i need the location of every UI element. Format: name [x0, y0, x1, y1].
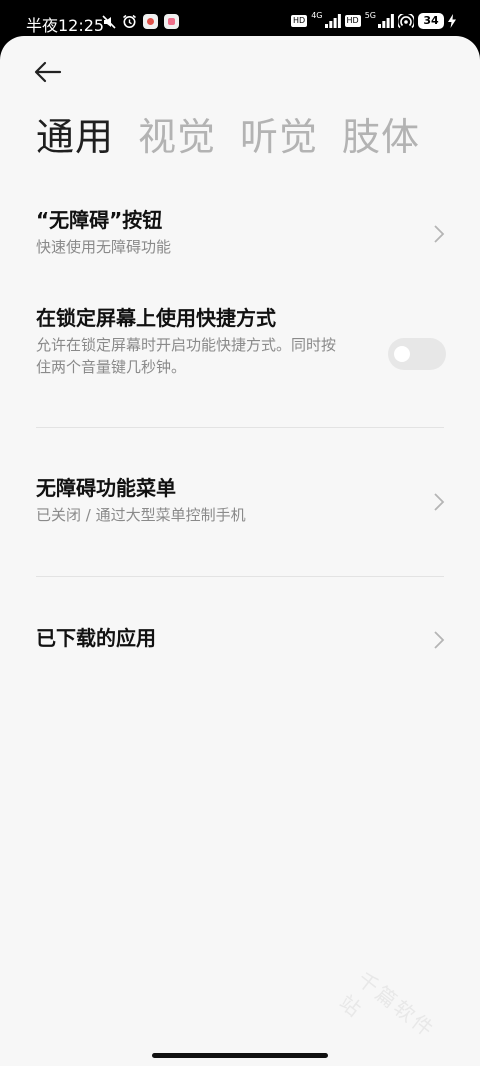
item-title: “无障碍”按钮: [36, 208, 163, 232]
tab-vision[interactable]: 视觉: [138, 114, 216, 160]
item-subtitle-line-1: 允许在锁定屏幕时开启功能快捷方式。同时按: [36, 336, 337, 354]
chevron-right-icon: [434, 493, 445, 511]
downloaded-apps-item[interactable]: 已下载的应用: [36, 624, 446, 656]
item-subtitle: 已关闭 / 通过大型菜单控制手机: [36, 506, 246, 524]
app-notification-icon: [143, 14, 158, 29]
accessibility-button-item[interactable]: “无障碍”按钮 快速使用无障碍功能: [36, 206, 446, 266]
item-title: 无障碍功能菜单: [36, 476, 176, 500]
item-title: 在锁定屏幕上使用快捷方式: [36, 306, 276, 330]
divider: [36, 576, 444, 577]
alarm-icon: [123, 14, 136, 28]
tab-general[interactable]: 通用: [36, 114, 114, 160]
category-tabs: 通用 视觉 听觉 肢体: [36, 114, 420, 160]
lock-screen-shortcut-item[interactable]: 在锁定屏幕上使用快捷方式 允许在锁定屏幕时开启功能快捷方式。同时按 住两个音量键…: [36, 304, 446, 384]
mute-icon: [102, 14, 116, 29]
divider: [36, 427, 444, 428]
home-indicator[interactable]: [152, 1053, 328, 1058]
app-notification-icon-2: [164, 14, 179, 29]
accessibility-menu-item[interactable]: 无障碍功能菜单 已关闭 / 通过大型菜单控制手机: [36, 474, 446, 534]
charging-icon: [448, 14, 456, 28]
back-button[interactable]: [30, 56, 66, 88]
status-time: 半夜12:25: [26, 16, 105, 35]
status-right-icons: HD 4G HD 5G 34: [291, 10, 456, 29]
toggle-knob: [394, 346, 410, 362]
hotspot-icon: [398, 13, 414, 28]
tab-physical[interactable]: 肢体: [342, 114, 420, 160]
signal-icon-2: [378, 14, 394, 28]
chevron-right-icon: [434, 631, 445, 649]
chevron-right-icon: [434, 225, 445, 243]
lock-screen-shortcut-toggle[interactable]: [388, 338, 446, 370]
tab-hearing[interactable]: 听觉: [240, 114, 318, 160]
item-subtitle: 允许在锁定屏幕时开启功能快捷方式。同时按 住两个音量键几秒钟。: [36, 334, 381, 378]
watermark: 千篇软件站: [334, 967, 441, 1043]
network-type-2: 5G: [364, 10, 376, 20]
hd-icon-2: HD: [344, 15, 361, 27]
signal-icon: [324, 14, 341, 28]
item-title: 已下载的应用: [36, 626, 156, 650]
status-left-icons: [102, 14, 179, 29]
battery-indicator: 34: [418, 13, 444, 29]
item-subtitle-line-2: 住两个音量键几秒钟。: [36, 358, 187, 376]
network-type-1: 4G: [311, 10, 323, 20]
back-arrow-icon: [34, 61, 62, 83]
item-subtitle: 快速使用无障碍功能: [36, 238, 172, 256]
hd-icon: HD: [291, 15, 308, 27]
settings-screen: 通用 视觉 听觉 肢体 “无障碍”按钮 快速使用无障碍功能 在锁定屏幕上使用快捷…: [0, 36, 480, 1066]
